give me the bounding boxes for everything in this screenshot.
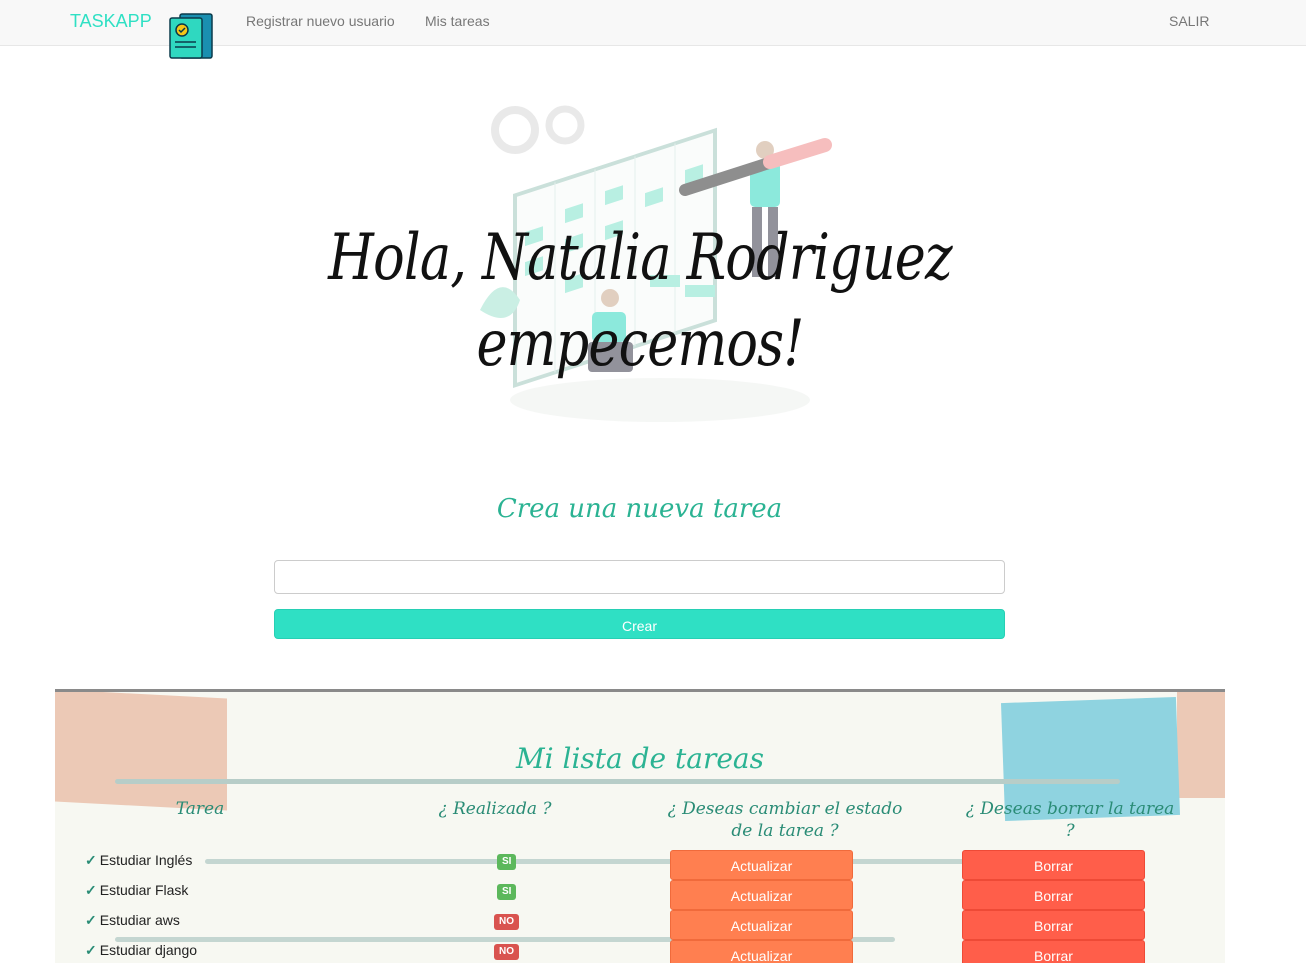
delete-button[interactable]: Borrar [962, 880, 1145, 910]
task-name: Estudiar Flask [99, 882, 189, 898]
delete-button[interactable]: Borrar [962, 910, 1145, 940]
task-list-title: Mi lista de tareas [515, 742, 764, 775]
status-badge: SI [497, 854, 517, 870]
table-row: ✓ Estudiar Flask SI Actualizar Borrar [55, 880, 1225, 910]
delete-button[interactable]: Borrar [962, 940, 1145, 963]
greeting-line-2: empecemos! [476, 307, 804, 381]
hero-greeting: Hola, Natalia Rodriguez empecemos! [312, 215, 968, 387]
nav-my-tasks[interactable]: Mis tareas [425, 13, 490, 29]
delete-button[interactable]: Borrar [962, 850, 1145, 880]
task-document-icon[interactable] [166, 12, 216, 60]
checkmark-icon: ✓ [85, 942, 97, 958]
status-badge: NO [494, 914, 519, 930]
update-button[interactable]: Actualizar [670, 880, 853, 910]
new-task-input[interactable] [274, 560, 1005, 594]
header-change-status: ¿ Deseas cambiar el estado de la tarea ? [667, 799, 903, 841]
header-delete: ¿ Deseas borrar la tarea ? [965, 799, 1175, 841]
update-button[interactable]: Actualizar [670, 940, 853, 963]
status-badge: SI [497, 884, 517, 900]
header-task: Tarea [175, 799, 225, 819]
task-name: Estudiar Inglés [99, 852, 193, 868]
checkmark-icon: ✓ [85, 912, 97, 928]
table-row: ✓ Estudiar aws NO Actualizar Borrar [55, 910, 1225, 940]
table-row: ✓ Estudiar django NO Actualizar Borrar [55, 940, 1225, 963]
navbar: TASKAPP Registrar nuevo usuario Mis tare… [0, 0, 1306, 59]
nav-logout[interactable]: SALIR [1169, 13, 1209, 29]
nav-register-user[interactable]: Registrar nuevo usuario [246, 13, 395, 29]
create-task-title: Crea una nueva tarea [496, 494, 783, 524]
update-button[interactable]: Actualizar [670, 850, 853, 880]
checkmark-icon: ✓ [85, 882, 97, 898]
update-button[interactable]: Actualizar [670, 910, 853, 940]
decor-line [115, 779, 1120, 784]
task-name: Estudiar django [99, 942, 198, 958]
header-done: ¿ Realizada ? [438, 799, 552, 819]
task-name: Estudiar aws [99, 912, 180, 928]
greeting-line-1: Hola, Natalia Rodriguez [328, 221, 953, 295]
table-row: ✓ Estudiar Inglés SI Actualizar Borrar [55, 850, 1225, 880]
brand-link[interactable]: TASKAPP [70, 11, 152, 32]
create-button[interactable]: Crear [274, 609, 1005, 639]
checkmark-icon: ✓ [85, 852, 97, 868]
task-list-panel: Mi lista de tareas Tarea ¿ Realizada ? ¿… [55, 689, 1225, 963]
status-badge: NO [494, 944, 519, 960]
